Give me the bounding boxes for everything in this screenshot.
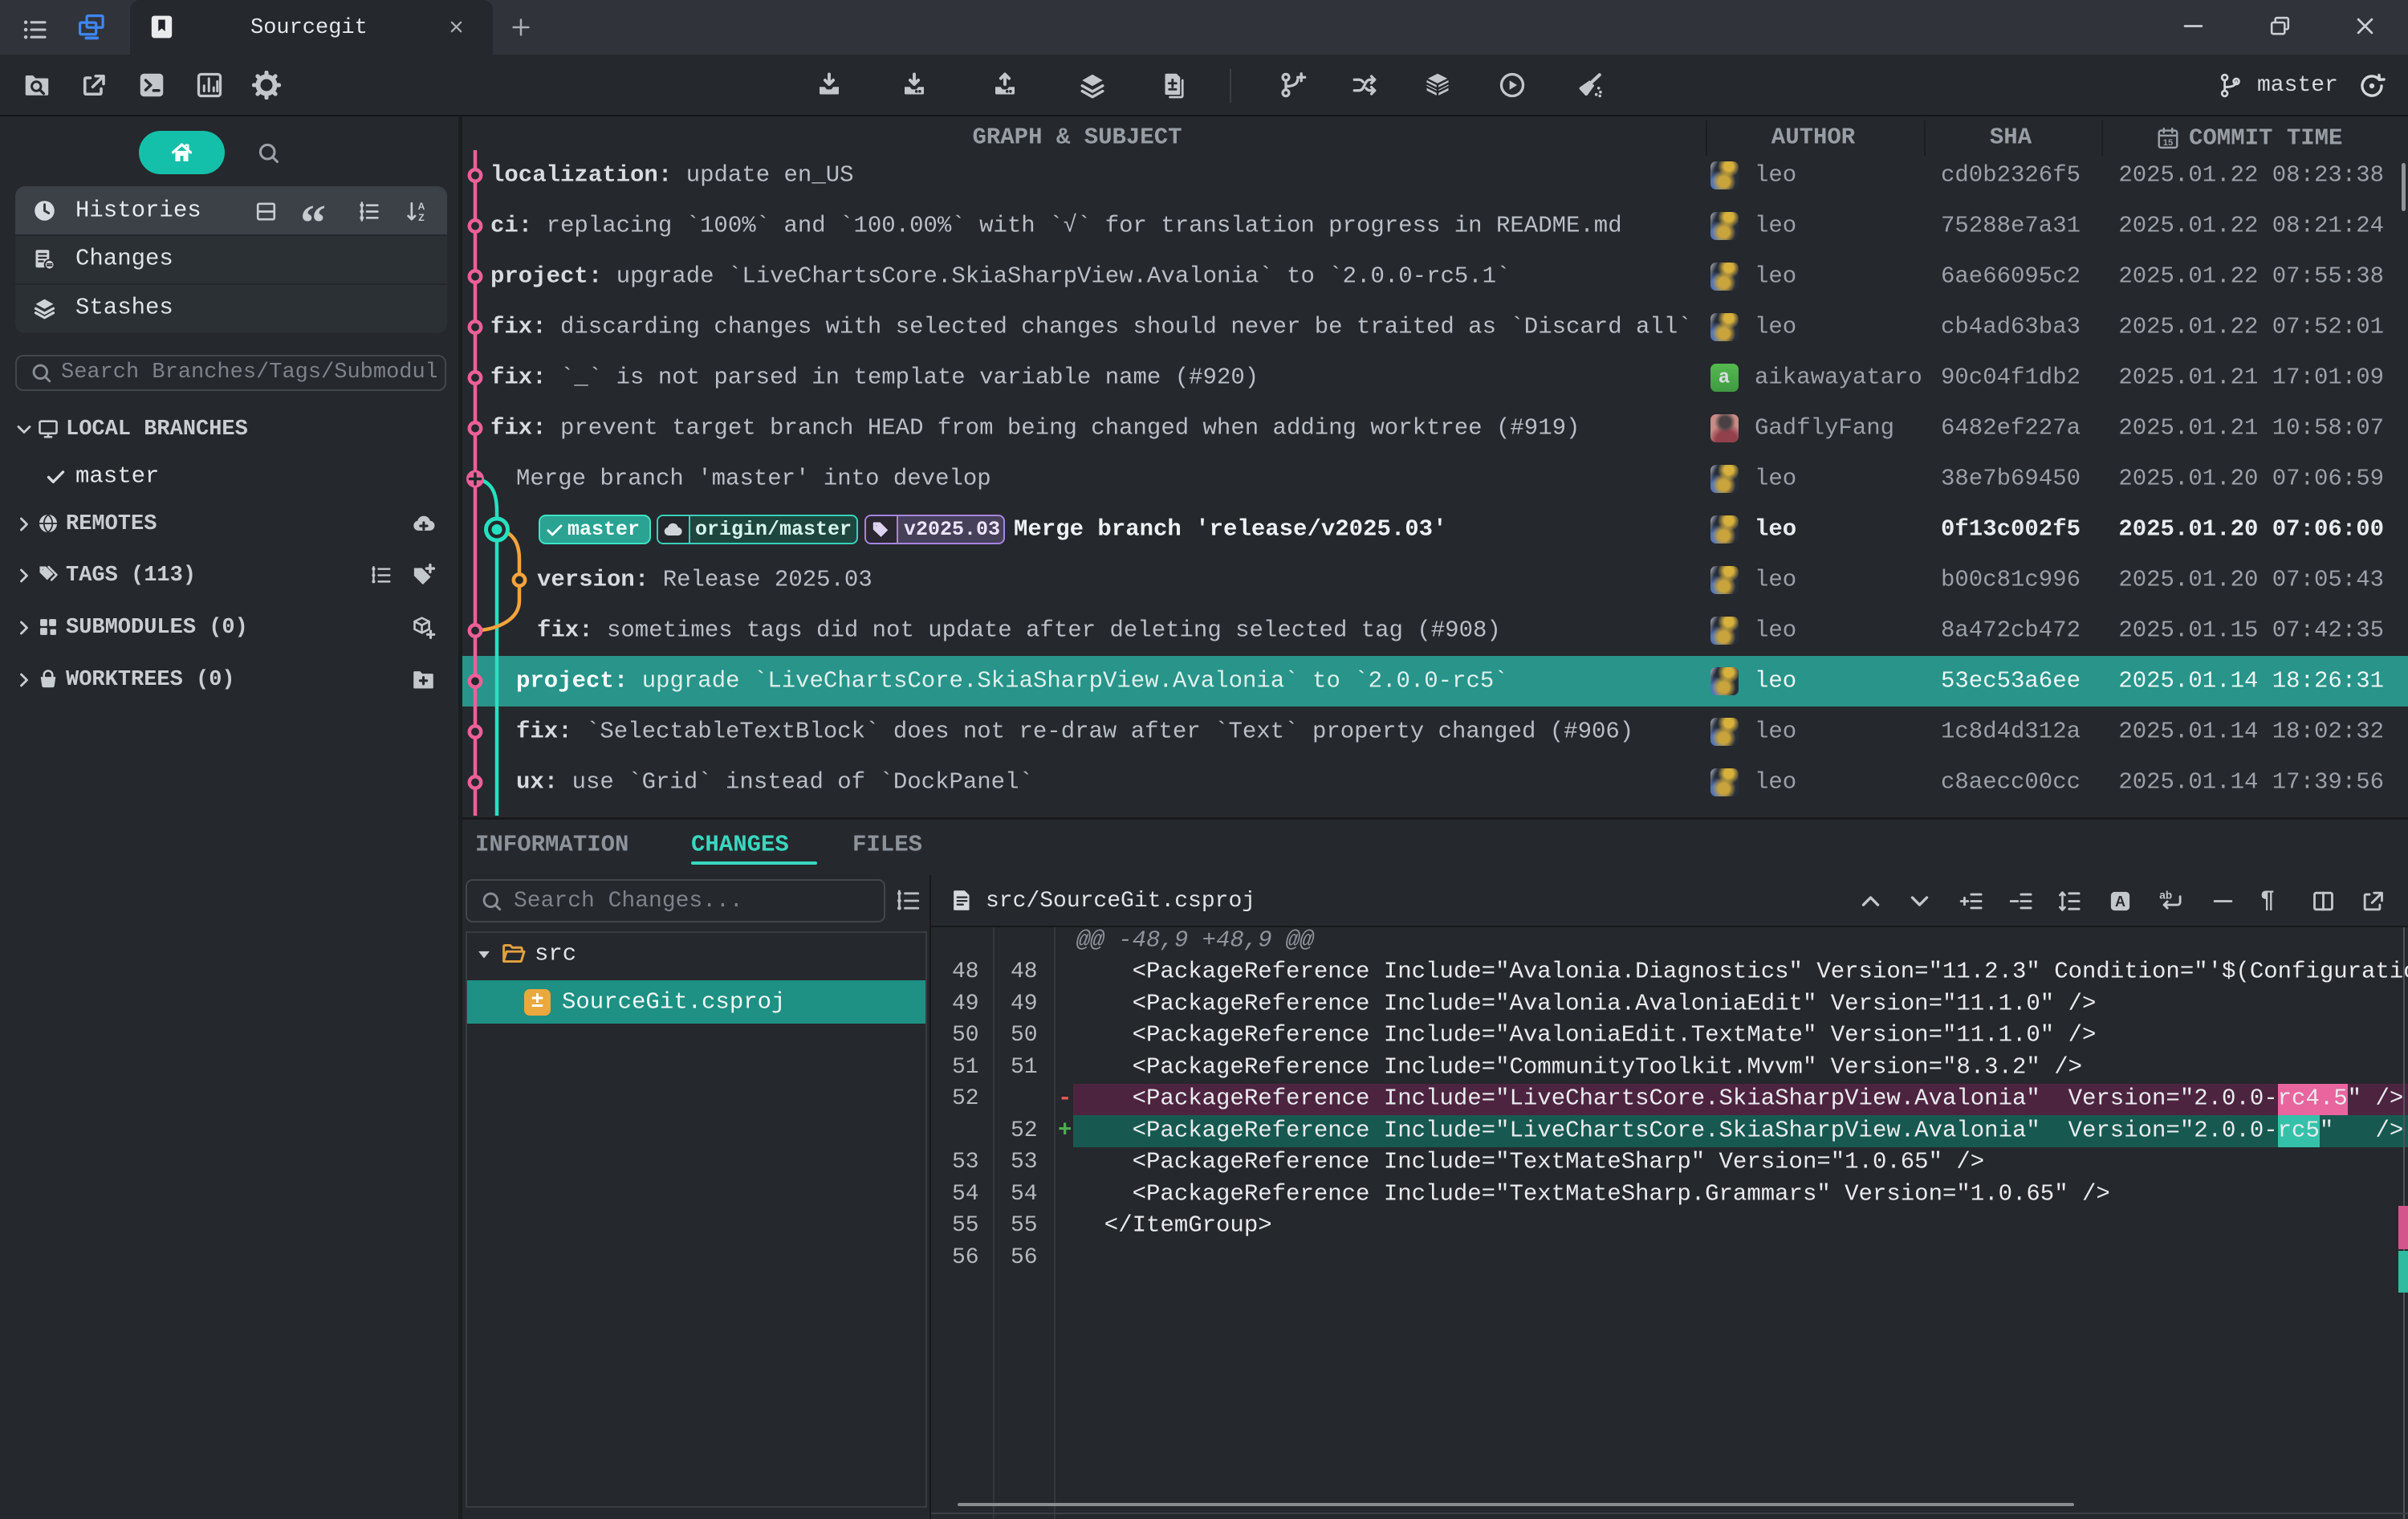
svg-text:A: A [418,201,425,212]
svg-text:A: A [2115,894,2125,910]
svg-text:Z: Z [418,212,425,223]
svg-text:15: 15 [2163,138,2174,148]
svg-text:ab: ab [2159,889,2172,901]
